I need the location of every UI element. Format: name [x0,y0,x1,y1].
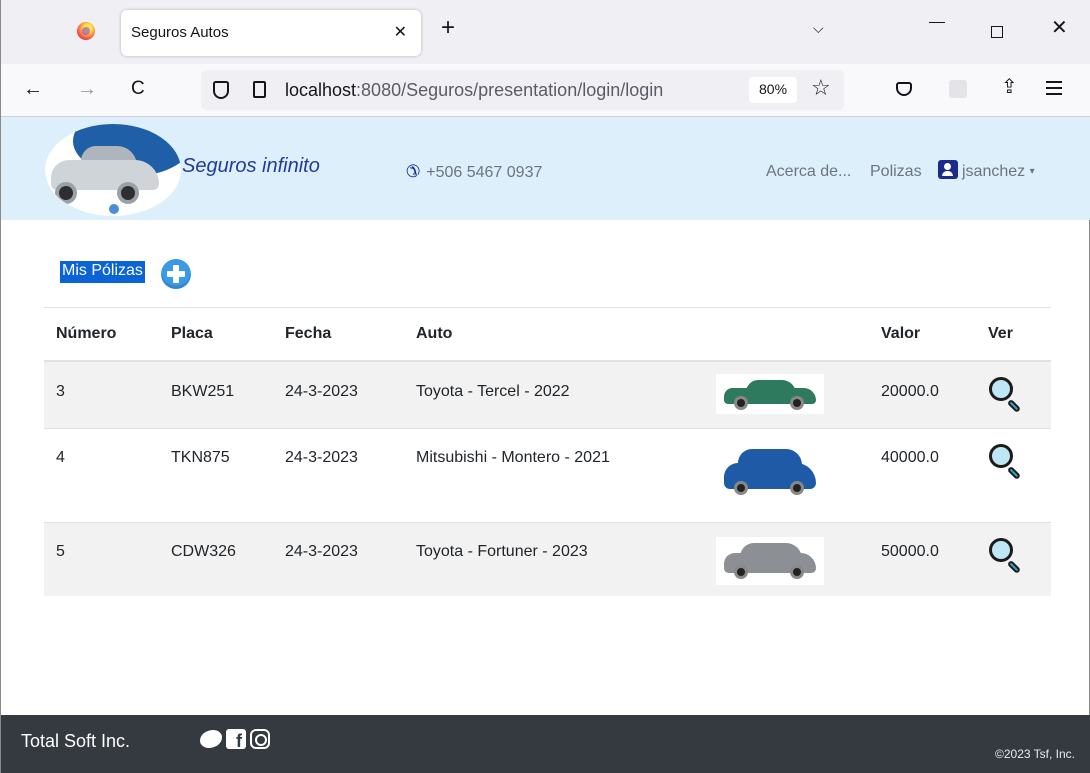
list-tabs-icon[interactable]: ⌵ [813,20,824,37]
menu-icon[interactable] [1046,81,1062,95]
minimize-icon[interactable] [929,22,945,23]
back-icon[interactable]: ← [23,78,43,100]
cell-car-image [716,428,869,523]
cell-numero: 3 [44,361,159,429]
cell-placa: CDW326 [159,522,273,596]
nav-policies-link[interactable]: Polizas [870,163,922,181]
close-window-icon[interactable]: ✕ [1051,18,1068,38]
close-tab-icon[interactable]: ✕ [394,22,407,42]
cell-placa: TKN875 [159,428,273,523]
caret-down-icon: ▾ [1029,166,1035,177]
cell-car-image [716,361,869,429]
cell-numero: 5 [44,522,159,596]
facebook-icon[interactable] [226,729,246,752]
user-menu[interactable]: jsanchez ▾ [938,160,1035,181]
browser-toolbar: ← → C localhost:8080/Seguros/presentatio… [1,64,1090,117]
site-footer: Total Soft Inc. ©2023 Tsf, Inc. [1,715,1090,773]
col-auto: Auto [404,308,716,362]
site-header: Seguros infinito ✆ +506 5467 0937 Acerca … [1,117,1090,220]
page-title: Mis Pólizas [60,261,145,283]
car-image [716,536,824,585]
cell-ver [976,361,1051,429]
firefox-icon[interactable] [77,22,95,40]
tab-strip: Seguros Autos ✕ + ⌵ ✕ [1,0,1090,64]
social-links [200,729,270,752]
table-header-row: Número Placa Fecha Auto Valor Ver [44,308,1051,362]
bookmark-star-icon[interactable]: ☆ [811,77,831,99]
url-text[interactable]: localhost:8080/Seguros/presentation/logi… [285,80,663,101]
tab-title: Seguros Autos [131,24,229,41]
car-image [716,440,824,505]
col-fecha: Fecha [273,308,404,362]
col-ver: Ver [976,308,1051,362]
phone-icon: ✆ [406,162,421,181]
url-bar[interactable]: localhost:8080/Seguros/presentation/logi… [201,70,844,110]
cell-valor: 50000.0 [869,522,976,596]
cell-ver [976,522,1051,596]
col-numero: Número [44,308,159,362]
magnifier-icon[interactable] [988,443,1024,480]
page-info-icon[interactable] [253,81,266,98]
tracking-shield-icon[interactable] [213,81,229,99]
cell-auto: Toyota - Tercel - 2022 [404,361,716,429]
user-name: jsanchez [962,163,1026,180]
magnifier-icon[interactable] [988,537,1024,574]
forward-icon[interactable]: → [77,78,97,100]
car-image [716,374,824,414]
magnifier-icon[interactable] [988,376,1024,414]
phone-number: +506 5467 0937 [426,164,543,181]
col-image [716,308,869,362]
table-row: 3 BKW251 24-3-2023 Toyota - Tercel - 202… [44,361,1051,429]
cell-numero: 4 [44,428,159,523]
url-path: :8080/Seguros/presentation/login/login [356,80,664,100]
add-policy-button[interactable] [161,259,191,289]
cell-fecha: 24-3-2023 [273,428,404,523]
cell-ver [976,428,1051,523]
cell-valor: 40000.0 [869,428,976,523]
tab-seguros-autos[interactable]: Seguros Autos ✕ [121,10,421,56]
url-host: localhost [285,80,357,100]
phone-contact: ✆ +506 5467 0937 [406,162,542,182]
cell-car-image [716,522,869,596]
extension-icon[interactable] [949,80,967,98]
brand-name[interactable]: Seguros infinito [182,155,320,178]
browser-window: Seguros Autos ✕ + ⌵ ✕ ← → C localhost:80… [0,0,1090,773]
table-row: 4 TKN875 24-3-2023 Mitsubishi - Montero … [44,428,1051,523]
reload-icon[interactable]: C [131,78,145,100]
maximize-icon[interactable] [991,26,1003,38]
car-logo[interactable] [45,124,181,216]
table-row: 5 CDW326 24-3-2023 Toyota - Fortuner - 2… [44,522,1051,596]
new-tab-button[interactable]: + [441,16,455,40]
twitter-icon[interactable] [200,730,222,748]
user-card-icon [938,160,958,179]
col-placa: Placa [159,308,273,362]
pocket-icon[interactable] [896,82,912,96]
cell-valor: 20000.0 [869,361,976,429]
cell-placa: BKW251 [159,361,273,429]
footer-company: Total Soft Inc. [21,731,131,751]
cell-fecha: 24-3-2023 [273,522,404,596]
cell-auto: Toyota - Fortuner - 2023 [404,522,716,596]
cell-auto: Mitsubishi - Montero - 2021 [404,428,716,523]
zoom-level[interactable]: 80% [749,77,798,103]
policies-table: Número Placa Fecha Auto Valor Ver 3 BKW2… [44,308,1051,596]
col-valor: Valor [869,308,976,362]
nav-about-link[interactable]: Acerca de... [766,163,851,181]
share-icon[interactable]: ⇪ [1001,76,1018,98]
footer-copyright: ©2023 Tsf, Inc. [995,747,1075,761]
instagram-icon[interactable] [250,729,270,749]
cell-fecha: 24-3-2023 [273,361,404,429]
